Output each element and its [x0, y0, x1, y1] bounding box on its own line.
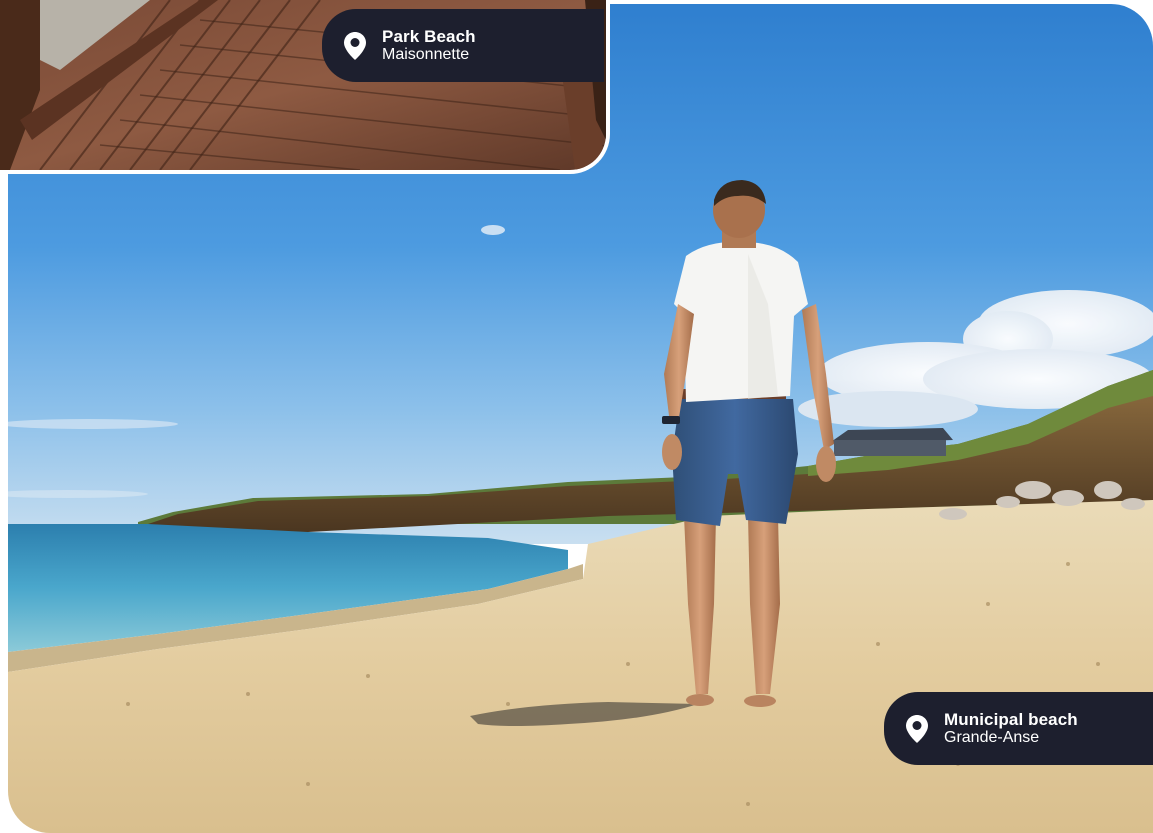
location-place: Maisonnette	[382, 45, 470, 63]
location-tag-municipal-beach: Municipal beach Grande-Anse	[884, 692, 1153, 765]
photo-collage: Park Beach Maisonnette Municipal beach G…	[0, 0, 1153, 833]
map-pin-icon	[904, 714, 930, 744]
location-place: Grande-Anse	[944, 728, 1040, 746]
location-tag-park-beach: Park Beach Maisonnette	[322, 9, 604, 82]
location-text: Municipal beach Grande-Anse	[944, 709, 1078, 747]
map-pin-icon	[342, 31, 368, 61]
location-name: Park Beach	[382, 26, 476, 46]
location-name: Municipal beach	[944, 709, 1078, 729]
location-text: Park Beach Maisonnette	[382, 26, 476, 64]
